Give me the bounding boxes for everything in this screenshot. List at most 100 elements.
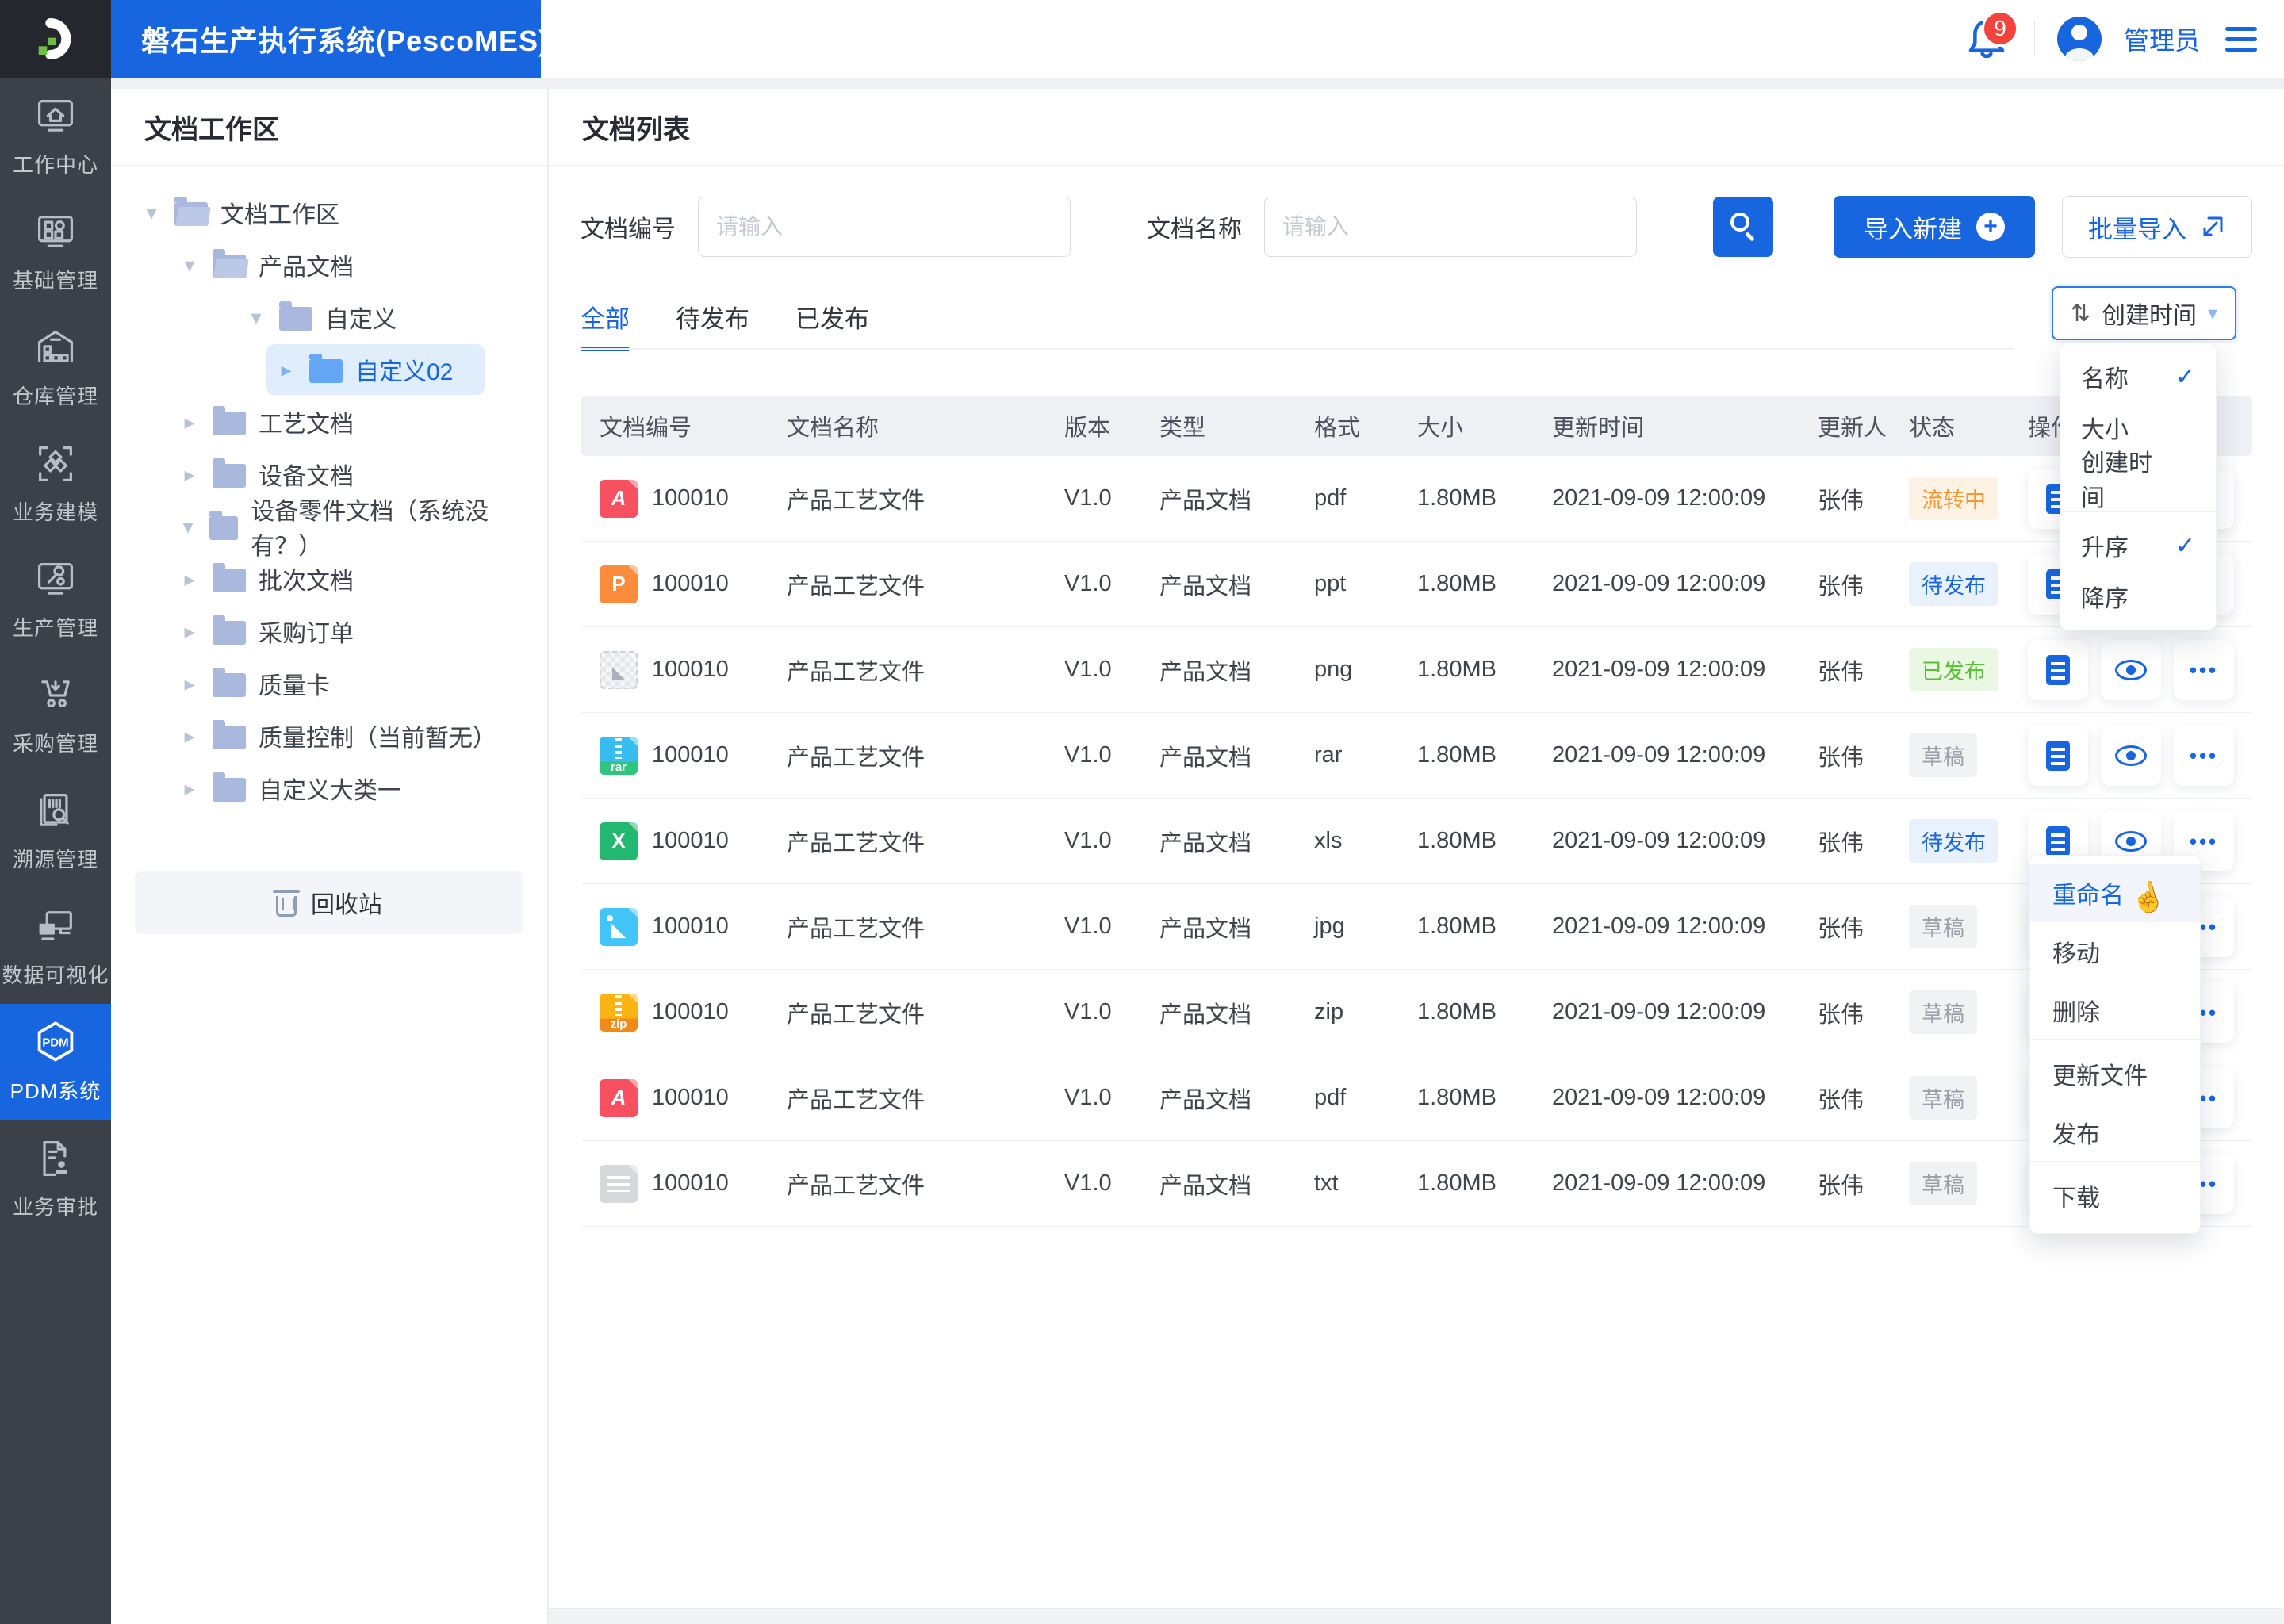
tree-item-quality-card[interactable]: 质量卡: [111, 657, 547, 710]
document-icon: [2046, 825, 2070, 856]
nav-item-purchase[interactable]: 采购管理: [0, 657, 111, 772]
tree-item-custom-category-one[interactable]: 自定义大类一: [111, 762, 547, 814]
updater-cell: 张伟: [1818, 1002, 1864, 1028]
tree-item-custom-02[interactable]: 自定义02: [111, 343, 547, 396]
doc-no-cell: 100010: [652, 742, 729, 768]
caret-icon[interactable]: [179, 567, 200, 592]
caret-icon[interactable]: [179, 253, 200, 278]
preview-button[interactable]: [2101, 725, 2161, 786]
doc-detail-button[interactable]: [2028, 639, 2088, 700]
table-row[interactable]: 100010 产品工艺文件 V1.0 产品文档 txt 1.80MB 2021-…: [581, 1141, 2252, 1227]
more-button[interactable]: [2174, 725, 2234, 786]
caret-icon[interactable]: [179, 619, 200, 644]
nav-item-production[interactable]: 生产管理: [0, 541, 111, 657]
caret-icon[interactable]: [246, 305, 266, 330]
table-row[interactable]: 100010 产品工艺文件 V1.0 产品文档 pdf 1.80MB 2021-…: [581, 456, 2252, 542]
size-cell: 1.80MB: [1417, 914, 1496, 939]
nav-item-dataviz[interactable]: 数据可视化: [0, 888, 111, 1004]
recycle-bin-button[interactable]: 回收站: [135, 871, 523, 934]
sort-order-option[interactable]: 降序✓: [2060, 571, 2216, 622]
table-row[interactable]: 100010 产品工艺文件 V1.0 产品文档 jpg 1.80MB 2021-…: [581, 884, 2252, 970]
tab-published[interactable]: 已发布: [795, 293, 869, 350]
nav-item-trace[interactable]: 溯源管理: [0, 772, 111, 888]
more-button[interactable]: [2174, 639, 2234, 700]
table-row[interactable]: 100010 产品工艺文件 V1.0 产品文档 xls 1.80MB 2021-…: [581, 799, 2252, 884]
table-row[interactable]: 100010 产品工艺文件 V1.0 产品文档 png 1.80MB 2021-…: [581, 627, 2252, 713]
tab-pending-publish[interactable]: 待发布: [676, 293, 749, 350]
tab-track: [581, 348, 2014, 350]
table-row[interactable]: 100010 产品工艺文件 V1.0 产品文档 zip 1.80MB 2021-…: [581, 970, 2252, 1055]
caret-icon[interactable]: [141, 201, 162, 225]
batch-import-button[interactable]: 批量导入: [2062, 196, 2252, 258]
tree-item-product-docs[interactable]: 产品文档: [111, 239, 547, 291]
context-menu-item[interactable]: 发布: [2030, 1103, 2200, 1162]
type-cell: 产品文档: [1159, 573, 1252, 599]
import-new-button[interactable]: 导入新建 +: [1834, 196, 2035, 258]
nav-item-modeling[interactable]: 业务建模: [0, 425, 111, 541]
nav-item-label: 基础管理: [12, 268, 98, 293]
tree-item-doc-workspace[interactable]: 文档工作区: [111, 186, 547, 239]
search-button[interactable]: [1713, 197, 1773, 257]
menu-button[interactable]: [2222, 24, 2260, 55]
nav-item-warehouse[interactable]: 仓库管理: [0, 309, 111, 425]
caret-icon[interactable]: [179, 672, 200, 696]
version-cell: V1.0: [1064, 742, 1112, 768]
file-type-icon: [600, 736, 638, 775]
file-type-icon: [600, 822, 638, 860]
doc-no-cell: 100010: [652, 914, 729, 939]
type-cell: 产品文档: [1159, 659, 1252, 685]
updated-cell: 2021-09-09 12:00:09: [1552, 914, 1766, 939]
search-icon: [1730, 213, 1749, 232]
sort-button[interactable]: ⇅ 创建时间 ▾: [2051, 286, 2236, 340]
context-menu-item[interactable]: 下载: [2030, 1166, 2200, 1225]
page-title: 文档列表: [549, 89, 2284, 166]
version-cell: V1.0: [1064, 1170, 1112, 1196]
nav-item-pdm[interactable]: PDM PDM系统: [0, 1004, 111, 1120]
user-avatar[interactable]: [2056, 17, 2102, 61]
sort-field-option[interactable]: 名称 ✓: [2060, 351, 2216, 402]
context-menu-item[interactable]: 移动: [2030, 922, 2200, 981]
user-name[interactable]: 管理员: [2124, 21, 2200, 57]
doc-no-input[interactable]: [698, 197, 1071, 257]
tree-item-process-docs[interactable]: 工艺文档: [111, 396, 547, 448]
context-menu-item[interactable]: 更新文件: [2030, 1044, 2200, 1103]
purchase-icon: [41, 680, 70, 707]
notification-button[interactable]: 9: [1961, 10, 2018, 64]
updated-cell: 2021-09-09 12:00:09: [1552, 1085, 1766, 1110]
caret-icon[interactable]: [179, 776, 200, 801]
app-title-block: 磐石生产执行系统(PescoMES): [111, 0, 548, 78]
tree-item-custom[interactable]: 自定义: [111, 291, 547, 343]
sort-order-option[interactable]: 升序 ✓: [2060, 520, 2216, 571]
table-row[interactable]: 100010 产品工艺文件 V1.0 产品文档 pdf 1.80MB 2021-…: [581, 1055, 2252, 1141]
nav-item-base-management[interactable]: 基础管理: [0, 193, 111, 309]
format-cell: jpg: [1314, 914, 1345, 939]
file-type-icon: [600, 1078, 638, 1117]
context-menu-item[interactable]: 重命名: [2030, 864, 2200, 922]
tree-item-quality-control[interactable]: 质量控制（当前暂无）: [111, 710, 547, 762]
tree-item-equipment-parts-docs[interactable]: 设备零件文档（系统没有？）: [111, 499, 547, 560]
table-row[interactable]: 100010 产品工艺文件 V1.0 产品文档 rar 1.80MB 2021-…: [581, 713, 2252, 799]
caret-icon[interactable]: [179, 515, 197, 539]
top-header: 磐石生产执行系统(PescoMES) 9 管理员: [111, 0, 2284, 78]
trace-icon: [40, 793, 69, 826]
doc-name-input[interactable]: [1264, 197, 1637, 257]
sort-field-option[interactable]: 创建时间✓: [2060, 450, 2216, 511]
preview-button[interactable]: [2101, 639, 2161, 700]
caret-icon[interactable]: [179, 724, 200, 749]
caret-icon[interactable]: [179, 462, 200, 487]
table-row[interactable]: 100010 产品工艺文件 V1.0 产品文档 ppt 1.80MB 2021-…: [581, 542, 2252, 627]
nav-item-approval[interactable]: 业务审批: [0, 1120, 111, 1235]
version-cell: V1.0: [1064, 828, 1112, 853]
app-logo[interactable]: [0, 0, 111, 78]
size-cell: 1.80MB: [1417, 485, 1496, 511]
context-menu-item[interactable]: 删除: [2030, 981, 2200, 1040]
doc-detail-button[interactable]: [2028, 725, 2088, 786]
caret-icon[interactable]: [179, 410, 200, 435]
nav-item-workcenter[interactable]: 工作中心: [0, 78, 111, 193]
horizontal-scrollbar[interactable]: [549, 1608, 2284, 1624]
table-header: 文档编号 文档名称 版本 类型 格式 大小 更新时间 更新人 状态 操作: [581, 396, 2252, 456]
tree-item-purchase-orders[interactable]: 采购订单: [111, 605, 547, 657]
status-badge: 草稿: [1909, 990, 1977, 1034]
caret-icon[interactable]: [276, 358, 297, 382]
tab-all[interactable]: 全部: [581, 293, 630, 351]
